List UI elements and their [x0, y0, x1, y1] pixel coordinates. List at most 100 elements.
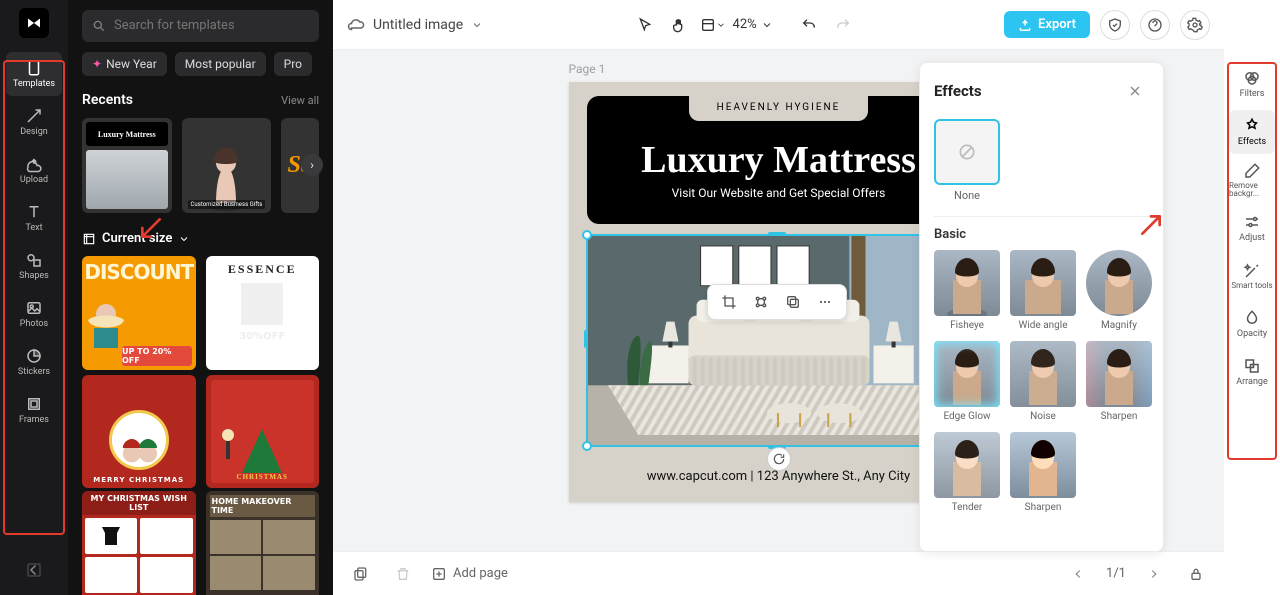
effect-none[interactable]: [934, 119, 1000, 185]
prev-page[interactable]: [1064, 560, 1092, 588]
eraser-icon: [1243, 162, 1261, 180]
help-button[interactable]: [1140, 10, 1170, 40]
search-input[interactable]: [82, 10, 319, 42]
effect-sharpen[interactable]: Sharpen: [1086, 341, 1152, 422]
delete-page-button[interactable]: [389, 560, 417, 588]
nav-frames[interactable]: Frames: [6, 388, 62, 432]
resize-handle[interactable]: [768, 232, 786, 236]
resize-handle[interactable]: [582, 230, 592, 240]
photos-icon: [25, 299, 43, 317]
rail-adjust[interactable]: Adjust: [1229, 206, 1275, 250]
current-size-toggle[interactable]: Current size: [82, 231, 319, 246]
grid-thumb[interactable]: MERRY CHRISTMAS: [82, 375, 196, 489]
page-label: Page 1: [569, 62, 606, 76]
cursor-tool[interactable]: [631, 11, 659, 39]
main-area: Untitled image 42% Export: [333, 0, 1224, 595]
copy-button[interactable]: [780, 289, 806, 315]
document-title[interactable]: Untitled image: [347, 16, 483, 34]
adjust-icon: [1243, 213, 1261, 231]
effect-tender[interactable]: Tender: [934, 432, 1000, 513]
close-effects[interactable]: [1121, 77, 1149, 105]
export-button[interactable]: Export: [1004, 11, 1090, 38]
zoom-level[interactable]: 42%: [733, 17, 773, 32]
crop-button[interactable]: [716, 289, 742, 315]
pages-button[interactable]: [347, 560, 375, 588]
app-logo[interactable]: [19, 8, 49, 38]
effect-wide-angle[interactable]: Wide angle: [1010, 250, 1076, 331]
shield-button[interactable]: [1100, 10, 1130, 40]
export-icon: [1018, 18, 1032, 32]
search-icon: [92, 19, 106, 33]
effect-magnify[interactable]: Magnify: [1086, 250, 1152, 331]
more-button[interactable]: [812, 289, 838, 315]
rail-opacity[interactable]: Opacity: [1229, 302, 1275, 346]
wand-icon: [1243, 262, 1261, 280]
resize-handle[interactable]: [584, 330, 588, 348]
effects-title: Effects: [934, 82, 982, 100]
left-nav: Templates Design Upload Text Shapes Phot…: [0, 0, 68, 595]
pager: 1/1: [1106, 566, 1126, 581]
chip-most-popular[interactable]: Most popular: [175, 52, 266, 76]
effect-sharpen-2[interactable]: Sharpen: [1010, 432, 1076, 513]
nav-stickers[interactable]: Stickers: [6, 340, 62, 384]
nav-shapes[interactable]: Shapes: [6, 244, 62, 288]
grid-thumb[interactable]: CHRISTMAS: [206, 375, 320, 489]
resize-handle[interactable]: [582, 441, 592, 451]
subline: Visit Our Website and Get Special Offers: [672, 186, 886, 200]
redo-button[interactable]: [829, 11, 857, 39]
frames-icon: [25, 395, 43, 413]
recent-thumb[interactable]: Customized Business Gifts: [182, 118, 272, 213]
effect-fisheye[interactable]: Fisheye: [934, 250, 1000, 331]
selection-toolbar: [707, 284, 847, 320]
templates-icon: [25, 59, 43, 77]
grid-thumb[interactable]: MY CHRISTMAS WISH LIST: [82, 491, 196, 595]
effect-edge-glow[interactable]: Edge Glow: [934, 341, 1000, 422]
settings-button[interactable]: [1180, 10, 1210, 40]
nav-text[interactable]: Text: [6, 196, 62, 240]
chip-new-year[interactable]: ✦New Year: [82, 52, 167, 76]
effects-panel: Effects None Basic Fisheye Wide angle Ma…: [919, 62, 1164, 552]
text-icon: [25, 203, 43, 221]
headline: Luxury Mattress: [641, 138, 916, 182]
card-header[interactable]: HEAVENLY HYGIENE Luxury Mattress Visit O…: [587, 96, 971, 224]
selected-photo[interactable]: [586, 234, 972, 447]
recent-thumb[interactable]: Luxury Mattress: [82, 118, 172, 213]
undo-button[interactable]: [795, 11, 823, 39]
chip-row: ✦New Year Most popular Pro: [82, 52, 319, 76]
tag: HEAVENLY HYGIENE: [689, 94, 869, 121]
rail-smart-tools[interactable]: Smart tools: [1229, 254, 1275, 298]
grid-thumb[interactable]: DISCOUNT UP TO 20% OFF: [82, 256, 196, 370]
resize-tool[interactable]: [699, 11, 727, 39]
rail-effects[interactable]: Effects: [1229, 110, 1275, 154]
smart-button[interactable]: [748, 289, 774, 315]
size-icon: [82, 232, 96, 246]
next-page[interactable]: [1140, 560, 1168, 588]
nav-templates[interactable]: Templates: [6, 52, 62, 96]
lock-button[interactable]: [1182, 560, 1210, 588]
nav-design[interactable]: Design: [6, 100, 62, 144]
chip-pro[interactable]: Pro: [274, 52, 312, 76]
bottombar: Add page 1/1: [333, 551, 1224, 595]
effect-noise[interactable]: Noise: [1010, 341, 1076, 422]
effects-section: Basic: [934, 227, 1149, 242]
nav-photos[interactable]: Photos: [6, 292, 62, 336]
nav-upload[interactable]: Upload: [6, 148, 62, 192]
nav-label: Templates: [13, 79, 55, 89]
upload-icon: [25, 155, 43, 173]
collapse-button[interactable]: [25, 561, 43, 583]
grid-thumb[interactable]: ESSENCE30%OFF: [206, 256, 320, 370]
topbar: Untitled image 42% Export: [333, 0, 1224, 50]
rotate-handle[interactable]: [767, 447, 791, 471]
rail-remove-bg[interactable]: Remove backgr...: [1229, 158, 1275, 202]
chevron-down-icon: [761, 19, 773, 31]
chevron-down-icon: [471, 19, 483, 31]
filters-icon: [1243, 69, 1261, 87]
rail-filters[interactable]: Filters: [1229, 62, 1275, 106]
recents-more[interactable]: ›: [301, 154, 323, 176]
hand-tool[interactable]: [665, 11, 693, 39]
grid-thumb[interactable]: HOME MAKEOVER TIME: [206, 491, 320, 595]
recents-view-all[interactable]: View all: [281, 94, 319, 107]
rail-arrange[interactable]: Arrange: [1229, 350, 1275, 394]
templates-panel: ✦New Year Most popular Pro Recents View …: [68, 0, 333, 595]
add-page-button[interactable]: Add page: [431, 566, 508, 582]
